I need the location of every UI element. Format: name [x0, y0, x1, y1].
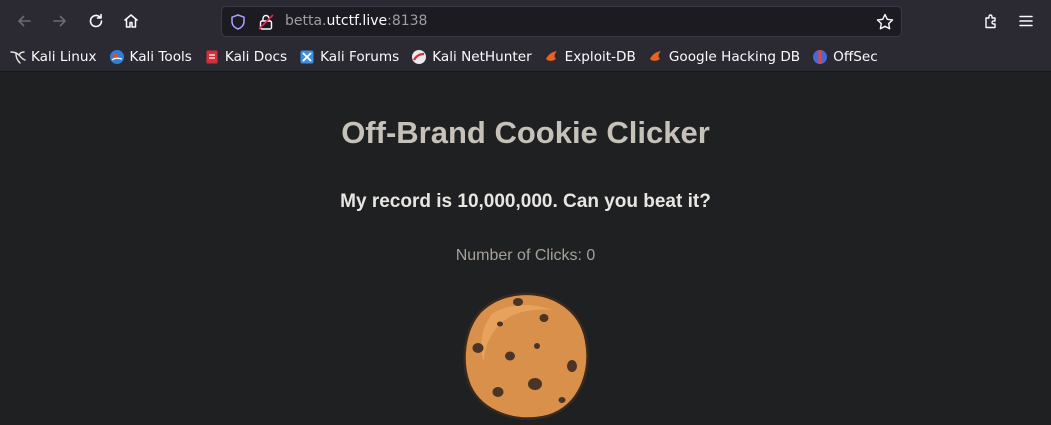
url-prefix: betta.	[285, 13, 327, 29]
bookmark-label: Kali Forums	[320, 48, 400, 65]
app-menu-button[interactable]	[1013, 8, 1039, 34]
record-text: My record is 10,000,000. Can you beat it…	[340, 191, 711, 212]
click-counter: Number of Clicks: 0	[455, 247, 596, 264]
url-host: utctf.live	[326, 13, 388, 29]
bookmark-kali-docs[interactable]: Kali Docs	[204, 46, 287, 68]
page-title: Off-Brand Cookie Clicker	[341, 115, 710, 150]
bookmark-label: Kali Linux	[31, 48, 97, 65]
bookmark-offsec[interactable]: OffSec	[812, 46, 878, 68]
bookmark-kali-forums[interactable]: Kali Forums	[299, 46, 399, 68]
bookmark-kali-nethunter[interactable]: Kali NetHunter	[411, 46, 532, 68]
browser-toolbar: betta.utctf.live:8138	[0, 0, 1051, 42]
bookmark-label: Google Hacking DB	[668, 48, 801, 65]
url-text[interactable]: betta.utctf.live:8138	[285, 13, 427, 29]
forward-button[interactable]	[47, 8, 73, 34]
ghdb-icon	[648, 49, 664, 65]
reload-icon	[89, 13, 103, 28]
kali-nethunter-icon	[411, 49, 427, 65]
url-bar[interactable]: betta.utctf.live:8138	[221, 6, 902, 37]
bookmark-exploit-db[interactable]: Exploit-DB	[544, 46, 636, 68]
bookmark-kali-linux[interactable]: Kali Linux	[10, 46, 97, 68]
cookie-icon	[463, 292, 589, 420]
arrow-left-icon	[18, 15, 31, 27]
kali-forums-icon	[299, 49, 315, 65]
home-icon	[124, 14, 138, 28]
bookmark-label: Kali Docs	[224, 48, 288, 65]
bookmark-google-hacking-db[interactable]: Google Hacking DB	[648, 46, 800, 68]
kali-docs-icon	[204, 49, 220, 65]
reload-button[interactable]	[83, 8, 109, 34]
extensions-button[interactable]	[978, 8, 1004, 34]
hamburger-menu-icon	[1019, 15, 1033, 27]
puzzle-icon	[985, 14, 996, 29]
bookmark-label: Kali Tools	[129, 48, 192, 65]
tracking-shield-icon[interactable]	[229, 13, 247, 31]
page-content: Off-Brand Cookie Clicker My record is 10…	[0, 72, 1051, 425]
bookmarks-bar: Kali Linux Kali Tools Kali Docs Kali For…	[0, 42, 1051, 72]
home-button[interactable]	[118, 8, 144, 34]
kali-tools-icon	[109, 49, 125, 65]
offsec-icon	[812, 49, 828, 65]
bookmark-kali-tools[interactable]: Kali Tools	[109, 46, 192, 68]
bookmark-star-icon[interactable]	[875, 12, 895, 32]
exploit-db-icon	[544, 49, 560, 65]
url-port: :8138	[387, 13, 428, 29]
back-button[interactable]	[11, 8, 37, 34]
bookmark-label: Kali NetHunter	[432, 48, 532, 65]
insecure-lock-icon[interactable]	[257, 13, 275, 31]
bookmark-label: Exploit-DB	[564, 48, 636, 65]
arrow-right-icon	[53, 15, 66, 27]
kali-dragon-icon	[10, 49, 26, 65]
bookmark-label: OffSec	[833, 48, 878, 65]
cookie-button[interactable]	[462, 290, 590, 420]
